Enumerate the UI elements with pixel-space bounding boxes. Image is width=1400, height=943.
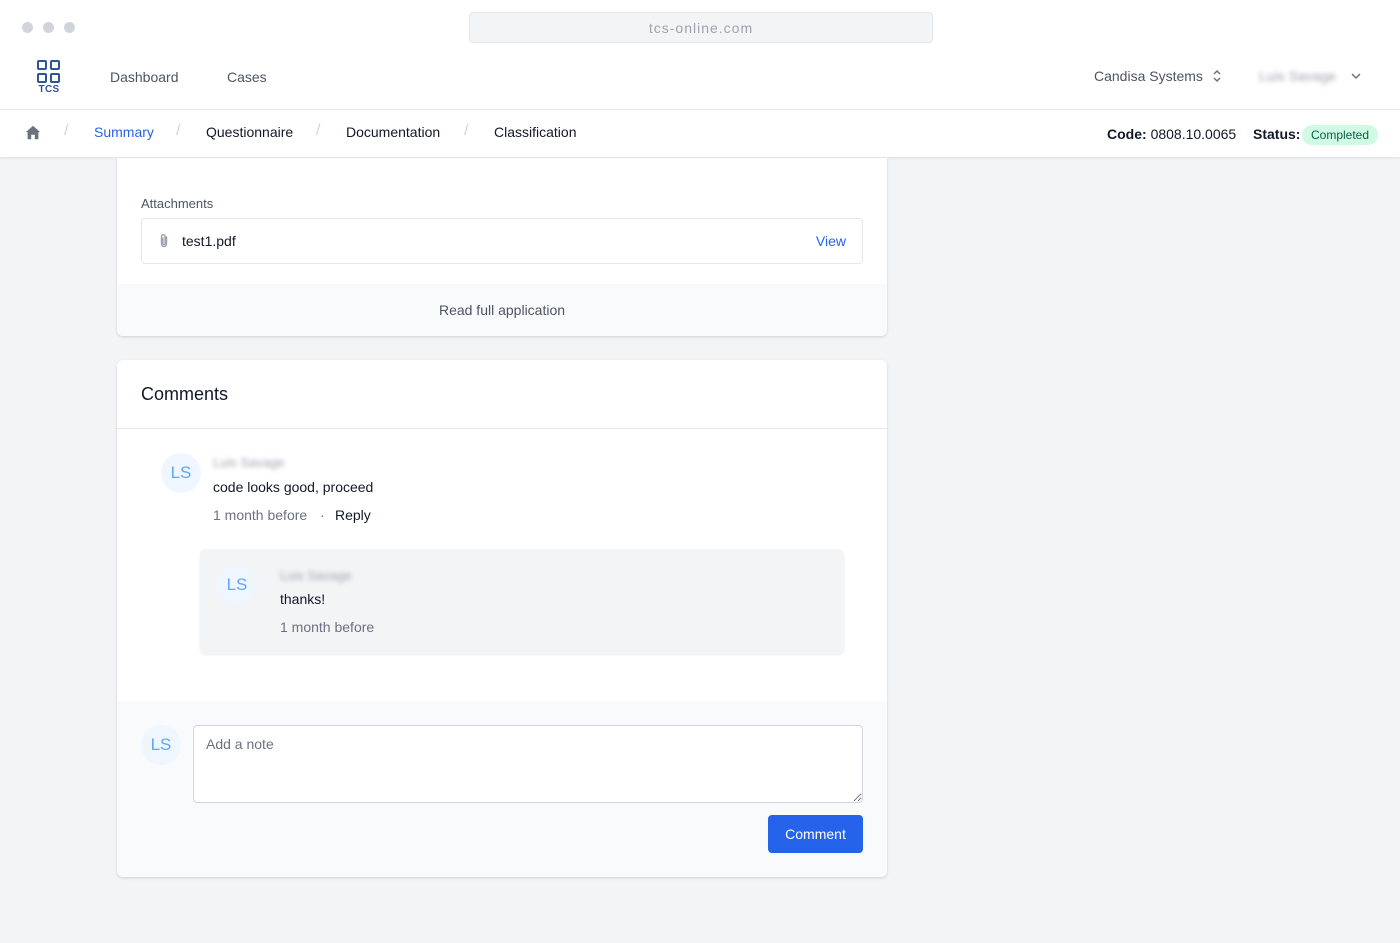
attachments-label: Attachments: [141, 196, 214, 211]
breadcrumb-separator: /: [64, 122, 69, 139]
case-code: Code: 0808.10.0065: [1107, 126, 1236, 142]
comment-time: 1 month before: [213, 507, 308, 523]
reply-time: 1 month before: [280, 619, 375, 635]
comment-author: Luis Savage: [213, 455, 285, 470]
status-label: Status:: [1253, 126, 1301, 142]
tab-documentation[interactable]: Documentation: [346, 124, 440, 140]
paperclip-icon: [160, 234, 168, 248]
reply-text: thanks!: [280, 591, 326, 607]
reply-button[interactable]: Reply: [335, 507, 371, 523]
comments-card: Comments LS Luis Savage code looks good,…: [117, 360, 887, 877]
status-badge: Completed: [1302, 125, 1379, 145]
reply-thread: LS Luis Savage thanks! 1 month before: [200, 549, 844, 654]
window-controls: [22, 22, 75, 33]
application-card: Attachments test1.pdf View Read full app…: [117, 158, 887, 336]
comments-header: Comments: [117, 360, 887, 429]
user-menu[interactable]: Luis Savage: [1259, 68, 1362, 84]
comment-text: code looks good, proceed: [213, 479, 374, 495]
avatar: LS: [161, 453, 201, 493]
nav-cases[interactable]: Cases: [227, 69, 267, 85]
breadcrumb-separator: /: [176, 122, 181, 139]
tab-questionnaire[interactable]: Questionnaire: [206, 124, 293, 140]
chevron-down-icon: [1351, 73, 1361, 80]
org-name: Candisa Systems: [1094, 68, 1203, 84]
add-note-input[interactable]: [193, 725, 863, 803]
view-attachment-link[interactable]: View: [816, 233, 846, 249]
tcs-logo[interactable]: TCS: [36, 60, 62, 96]
read-full-application-button[interactable]: Read full application: [117, 284, 887, 336]
chevron-up-down-icon: [1213, 69, 1221, 83]
attachment-row: test1.pdf View: [141, 218, 863, 264]
nav-dashboard[interactable]: Dashboard: [110, 69, 179, 85]
comment-button[interactable]: Comment: [768, 815, 863, 853]
window-dot[interactable]: [43, 22, 54, 33]
browser-chrome: tcs-online.com: [0, 0, 1400, 54]
attachment-file-name: test1.pdf: [182, 233, 236, 249]
breadcrumb: / Summary / Questionnaire / Documentatio…: [0, 110, 1400, 158]
comment-composer: LS Comment: [117, 701, 887, 877]
window-dot[interactable]: [64, 22, 75, 33]
reply-author: Luis Savage: [280, 568, 352, 583]
url-bar[interactable]: tcs-online.com: [469, 12, 933, 43]
logo-text: TCS: [38, 84, 60, 95]
top-nav: TCS Dashboard Cases Candisa Systems Luis…: [0, 54, 1400, 110]
comments-title: Comments: [141, 384, 229, 404]
breadcrumb-separator: /: [464, 122, 469, 139]
org-switcher[interactable]: Candisa Systems: [1094, 68, 1223, 84]
tab-classification[interactable]: Classification: [494, 124, 576, 140]
avatar: LS: [217, 565, 257, 605]
window-dot[interactable]: [22, 22, 33, 33]
tab-summary[interactable]: Summary: [94, 124, 154, 140]
avatar: LS: [141, 725, 181, 765]
code-label: Code:: [1107, 126, 1147, 142]
meta-separator: ·: [320, 507, 325, 523]
breadcrumb-separator: /: [316, 122, 321, 139]
user-name: Luis Savage: [1259, 68, 1337, 84]
grid-icon: [37, 60, 62, 83]
home-icon[interactable]: [24, 124, 42, 142]
code-value: 0808.10.0065: [1150, 126, 1237, 142]
